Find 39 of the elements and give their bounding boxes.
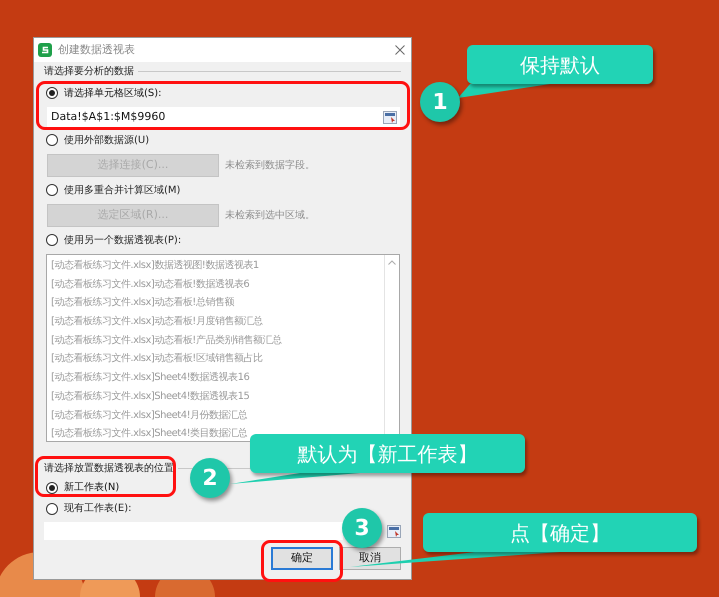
status-note: 未检索到选中区域。 — [225, 208, 315, 223]
step-number-badge: 1 — [420, 82, 460, 122]
callout-label: 默认为【新工作表】 — [250, 434, 525, 473]
callout-label: 点【确定】 — [423, 513, 697, 552]
window-title: 创建数据透视表 — [58, 42, 135, 58]
close-icon[interactable] — [395, 45, 405, 55]
radio-label: 使用多重合并计算区域(M) — [64, 184, 180, 198]
section-heading: 请选择放置数据透视表的位置 — [44, 462, 174, 476]
dialog-button[interactable]: 确定 — [271, 547, 333, 570]
spreadsheet-app-icon — [38, 43, 52, 57]
callout-label: 保持默认 — [467, 45, 653, 84]
radio-button[interactable] — [46, 502, 58, 514]
section-heading: 请选择要分析的数据 — [44, 64, 134, 78]
radio-button[interactable] — [46, 134, 58, 146]
list-item[interactable]: [动态看板练习文件.xlsx]动态看板!产品类别销售额汇总 — [51, 332, 282, 350]
radio-label: 使用外部数据源(U) — [64, 134, 150, 148]
radio-button[interactable] — [46, 234, 58, 246]
list-item[interactable]: [动态看板练习文件.xlsx]数据透视图!数据透视表1 — [51, 257, 259, 276]
radio-label: 现有工作表(E): — [64, 502, 132, 516]
status-note: 未检索到数据字段。 — [225, 158, 315, 173]
range-input-field[interactable]: Data!$A$1:$M$9960 — [47, 107, 400, 127]
list-item[interactable]: [动态看板练习文件.xlsx]动态看板!区域销售额占比 — [51, 350, 262, 370]
list-item[interactable]: [动态看板练习文件.xlsx]Sheet4!类目数据汇总 — [51, 425, 248, 444]
list-item[interactable]: [动态看板练习文件.xlsx]动态看板!总销售额 — [51, 294, 234, 314]
radio-label: 新工作表(N) — [64, 480, 120, 495]
dialog-button[interactable]: 取消 — [339, 547, 401, 570]
radio-button[interactable] — [46, 87, 58, 99]
list-item[interactable]: [动态看板练习文件.xlsx]动态看板!月度销售额汇总 — [51, 313, 262, 332]
radio-label: 请选择单元格区域(S): — [64, 86, 162, 100]
list-item[interactable]: [动态看板练习文件.xlsx]Sheet4!数据透视表16 — [51, 369, 250, 388]
radio-button[interactable] — [46, 184, 58, 196]
list-item[interactable]: [动态看板练习文件.xlsx]Sheet4!月份数据汇总 — [51, 406, 248, 426]
list-item[interactable]: [动态看板练习文件.xlsx]Sheet4!数据透视表15 — [51, 388, 250, 406]
radio-button[interactable] — [46, 482, 58, 494]
range-picker-icon[interactable] — [383, 110, 397, 124]
range-picker-icon[interactable] — [387, 524, 401, 538]
location-input-field[interactable] — [44, 522, 343, 540]
list-item[interactable]: [动态看板练习文件.xlsx]动态看板!数据透视表6 — [51, 276, 250, 294]
radio-label: 使用另一个数据透视表(P): — [64, 234, 182, 248]
